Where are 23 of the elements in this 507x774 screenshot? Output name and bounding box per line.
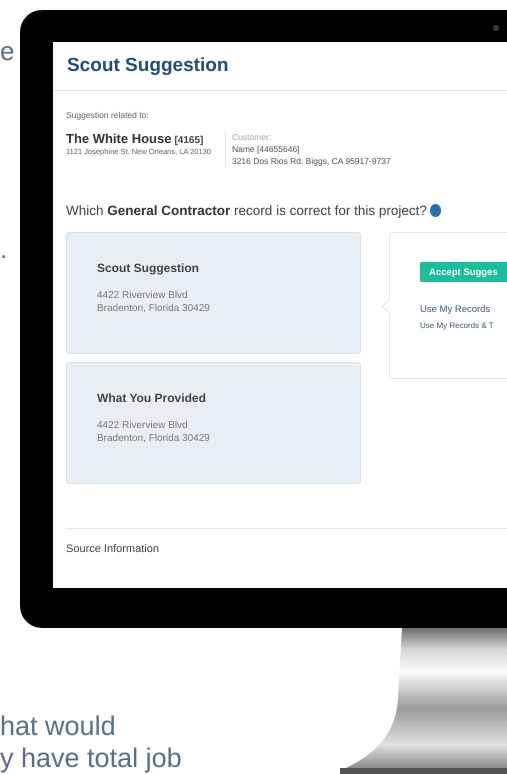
card-address: Bradenton, Florida 30429 <box>97 432 211 445</box>
card-address: Bradenton, Florida 30429 <box>97 302 211 315</box>
card-address: 4422 Riverview Blvd <box>97 419 189 432</box>
caption-text: y have total job <box>0 742 182 774</box>
card-title: What You Provided <box>97 391 207 405</box>
card-title: Scout Suggestion <box>97 261 200 275</box>
info-icon <box>430 204 441 217</box>
customer-label: Customer: <box>232 131 272 143</box>
records-link[interactable]: Use My Records <box>420 304 490 315</box>
records-link[interactable]: Use My Records & T <box>420 321 494 330</box>
customer-address: 3216 Dos Rios Rd. Biggs, CA 95917-9737 <box>232 155 391 167</box>
question-text: Which General Contractor record is correct for this project? <box>66 203 427 218</box>
text-fragment: . <box>0 236 8 262</box>
page-title: Scout Suggestion <box>67 55 228 77</box>
project-name: The White House <box>66 131 172 146</box>
caption-text: hat would <box>0 710 117 742</box>
text-fragment: e <box>0 38 16 64</box>
section-heading: Source Information <box>66 543 160 555</box>
camera-icon <box>493 25 499 31</box>
customer-name: Name [44655646] <box>232 143 301 155</box>
project-id: [4165] <box>174 135 204 146</box>
card-address: 4422 Riverview Blvd <box>97 289 189 302</box>
related-label: Suggestion related to: <box>66 109 150 121</box>
